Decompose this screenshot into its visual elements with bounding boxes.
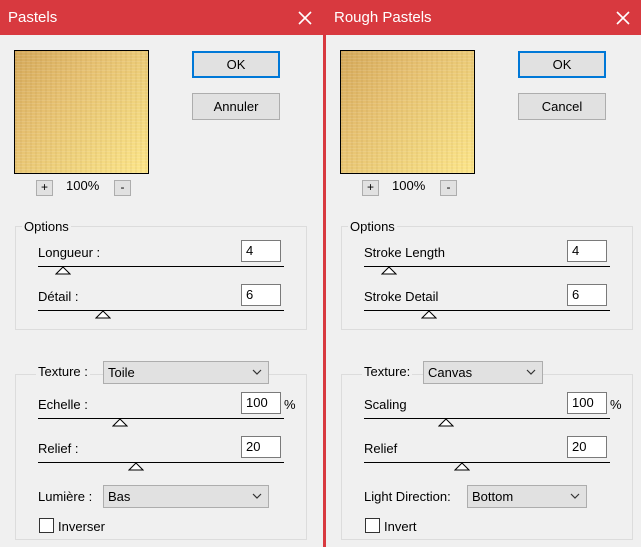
- detail-slider-thumb[interactable]: [95, 310, 111, 319]
- stroke-detail-label: Stroke Detail: [364, 289, 439, 304]
- scale-unit: %: [284, 397, 296, 412]
- stroke-length-slider[interactable]: [364, 266, 610, 267]
- scale-input[interactable]: 100: [241, 392, 281, 414]
- relief-label: Relief: [364, 441, 398, 456]
- invert-label: Inverser: [58, 519, 105, 534]
- scale-slider[interactable]: [38, 418, 284, 419]
- scale-slider-thumb[interactable]: [112, 418, 128, 427]
- slider-thumb-icon: [421, 310, 437, 319]
- preview-image[interactable]: [340, 50, 475, 174]
- stroke-detail-slider-thumb[interactable]: [421, 310, 437, 319]
- chevron-down-icon: [252, 493, 262, 499]
- detail-input[interactable]: 6: [241, 284, 281, 306]
- length-slider[interactable]: [38, 266, 284, 267]
- light-direction-select[interactable]: Bottom: [467, 485, 587, 508]
- zoom-out-button[interactable]: -: [440, 180, 457, 196]
- relief-slider-thumb[interactable]: [128, 462, 144, 471]
- options-group-label: Options: [348, 219, 397, 234]
- invert-checkbox[interactable]: [365, 518, 380, 533]
- title-bar: Pastels: [0, 0, 323, 35]
- close-button[interactable]: [611, 6, 635, 30]
- close-button[interactable]: [293, 6, 317, 30]
- stroke-length-input[interactable]: 4: [567, 240, 607, 262]
- close-icon: [298, 11, 312, 25]
- title-bar: Rough Pastels: [326, 0, 641, 35]
- zoom-in-button[interactable]: +: [36, 180, 53, 196]
- texture-value: Canvas: [428, 365, 473, 380]
- stroke-length-label: Stroke Length: [364, 245, 445, 260]
- invert-label: Invert: [384, 519, 417, 534]
- options-group-label: Options: [22, 219, 71, 234]
- length-slider-thumb[interactable]: [55, 266, 71, 275]
- chevron-down-icon: [252, 369, 262, 375]
- scaling-slider[interactable]: [364, 418, 610, 419]
- light-direction-value: Bottom: [472, 489, 514, 504]
- relief-input[interactable]: 20: [567, 436, 607, 458]
- length-input[interactable]: 4: [241, 240, 281, 262]
- scaling-unit: %: [610, 397, 622, 412]
- relief-label: Relief :: [38, 441, 79, 456]
- light-direction-label: Lumière :: [38, 489, 93, 504]
- slider-thumb-icon: [128, 462, 144, 471]
- invert-checkbox[interactable]: [39, 518, 54, 533]
- slider-thumb-icon: [438, 418, 454, 427]
- relief-input[interactable]: 20: [241, 436, 281, 458]
- slider-thumb-icon: [112, 418, 128, 427]
- slider-thumb-icon: [454, 462, 470, 471]
- zoom-level: 100%: [66, 178, 100, 193]
- slider-thumb-icon: [381, 266, 397, 275]
- dialog-title: Pastels: [8, 9, 58, 26]
- relief-slider[interactable]: [38, 462, 284, 463]
- cancel-button[interactable]: Cancel: [518, 93, 606, 120]
- length-label: Longueur :: [38, 245, 101, 260]
- scaling-input[interactable]: 100: [567, 392, 607, 414]
- light-direction-label: Light Direction:: [364, 489, 451, 504]
- rough-pastels-dialog: Rough Pastels + 100% - OK Cancel Options…: [326, 0, 641, 547]
- zoom-in-button[interactable]: +: [362, 180, 379, 196]
- light-direction-value: Bas: [108, 489, 131, 504]
- slider-thumb-icon: [95, 310, 111, 319]
- stroke-detail-input[interactable]: 6: [567, 284, 607, 306]
- scale-label: Echelle :: [38, 397, 88, 412]
- zoom-level: 100%: [392, 178, 426, 193]
- texture-label: Texture:: [362, 364, 413, 379]
- texture-select[interactable]: Toile: [103, 361, 269, 384]
- scaling-slider-thumb[interactable]: [438, 418, 454, 427]
- detail-label: Détail :: [38, 289, 79, 304]
- texture-label: Texture :: [36, 364, 90, 379]
- relief-slider-thumb[interactable]: [454, 462, 470, 471]
- relief-slider[interactable]: [364, 462, 610, 463]
- scaling-label: Scaling: [364, 397, 407, 412]
- preview-image[interactable]: [14, 50, 149, 174]
- stroke-length-slider-thumb[interactable]: [381, 266, 397, 275]
- slider-thumb-icon: [55, 266, 71, 275]
- stroke-detail-slider[interactable]: [364, 310, 610, 311]
- chevron-down-icon: [570, 493, 580, 499]
- ok-button[interactable]: OK: [192, 51, 280, 78]
- chevron-down-icon: [526, 369, 536, 375]
- texture-select[interactable]: Canvas: [423, 361, 543, 384]
- ok-button[interactable]: OK: [518, 51, 606, 78]
- dialog-title: Rough Pastels: [334, 9, 432, 26]
- cancel-button[interactable]: Annuler: [192, 93, 280, 120]
- pastels-dialog: Pastels + 100% - OK Annuler Options Long…: [0, 0, 323, 547]
- close-icon: [616, 11, 630, 25]
- texture-value: Toile: [108, 365, 135, 380]
- light-direction-select[interactable]: Bas: [103, 485, 269, 508]
- zoom-out-button[interactable]: -: [114, 180, 131, 196]
- detail-slider[interactable]: [38, 310, 284, 311]
